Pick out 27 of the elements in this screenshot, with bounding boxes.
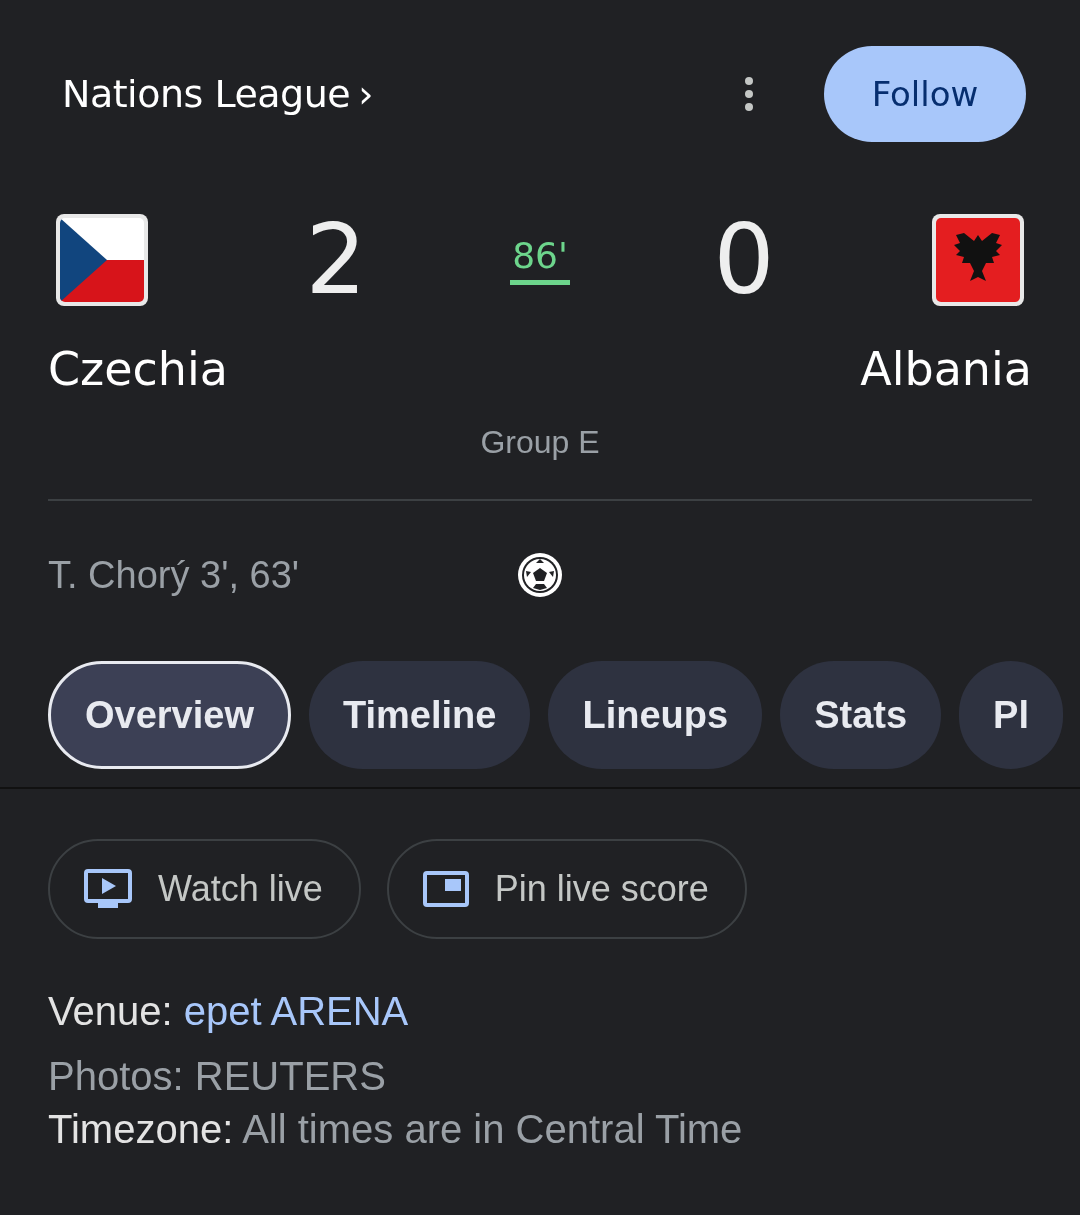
venue-link[interactable]: epet ARENA <box>183 989 409 1033</box>
competition-link[interactable]: Nations League › <box>62 72 744 116</box>
tv-play-icon <box>84 869 132 909</box>
away-score: 0 <box>712 212 776 308</box>
flag-icon <box>931 213 1025 307</box>
tab[interactable]: Overview <box>48 661 291 769</box>
pin-score-button[interactable]: Pin live score <box>386 839 747 939</box>
more-options-icon[interactable] <box>744 76 754 112</box>
picture-in-picture-icon <box>422 871 469 907</box>
goal-scorers: T. Chorý 3', 63' <box>48 553 300 597</box>
photos-credit: Photos: REUTERS <box>48 1054 387 1099</box>
flag-icon <box>55 213 149 307</box>
home-team-name: Czechia <box>48 342 228 396</box>
watch-live-button[interactable]: Watch live <box>48 839 361 939</box>
timezone-note: All times are in Central Time <box>242 1107 743 1151</box>
follow-button[interactable]: Follow <box>824 46 1026 142</box>
away-team-name: Albania <box>860 342 1032 396</box>
tab[interactable]: Stats <box>780 661 942 769</box>
soccer-ball-icon <box>516 551 564 599</box>
tab[interactable]: Lineups <box>548 661 763 769</box>
match-minute: 86' <box>510 235 570 285</box>
timezone-label: Timezone: <box>48 1107 234 1151</box>
tab[interactable]: Pl <box>959 661 1063 769</box>
home-score: 2 <box>304 212 368 308</box>
tab[interactable]: Timeline <box>309 661 531 769</box>
group-label: Group E <box>480 424 600 461</box>
venue-label: Venue: <box>48 989 173 1033</box>
